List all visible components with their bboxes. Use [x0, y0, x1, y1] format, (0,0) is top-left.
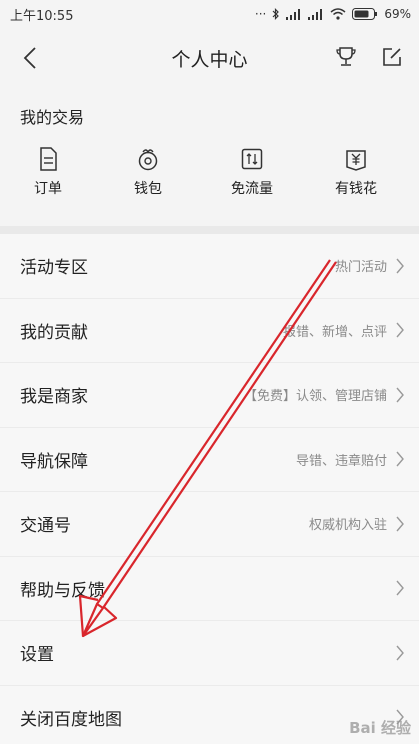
- trade-item-loan[interactable]: 有钱花: [304, 146, 408, 198]
- trade-item-label: 钱包: [134, 181, 162, 197]
- chevron-right-icon: [396, 322, 404, 338]
- bluetooth-icon: [272, 8, 280, 20]
- menu-item-subtext: 导错、违章赔付: [295, 453, 387, 469]
- status-bar: 上午10:55 ··· 69%: [0, 0, 419, 28]
- menu-list: 活动专区 热门活动 我的贡献 报错、新增、点评 我是商家 【免费】认领、管理店铺…: [0, 234, 419, 744]
- section-title: 我的交易: [20, 108, 85, 127]
- trade-item-order[interactable]: 订单: [0, 146, 96, 198]
- wallet-icon: [138, 149, 158, 171]
- menu-item-traffic-account[interactable]: 交通号 权威机构入驻: [0, 492, 419, 557]
- menu-item-navigation-guarantee[interactable]: 导航保障 导错、违章赔付: [0, 428, 419, 492]
- status-time: 上午10:55: [10, 8, 74, 24]
- chevron-right-icon: [396, 645, 404, 661]
- nav-bar: 个人中心: [0, 28, 419, 88]
- menu-item-label: 导航保障: [20, 451, 88, 472]
- chevron-left-icon: [23, 47, 36, 69]
- order-icon: [40, 147, 57, 171]
- trophy-icon: [336, 47, 356, 66]
- signal-icon-2: [308, 8, 323, 20]
- free-data-icon: [241, 148, 263, 170]
- menu-item-subtext: 【免费】认领、管理店铺: [243, 389, 387, 405]
- menu-item-subtext: 权威机构入驻: [308, 518, 387, 534]
- menu-item-label: 活动专区: [20, 258, 88, 279]
- chevron-right-icon: [396, 580, 404, 596]
- status-dots: ···: [254, 7, 267, 21]
- wifi-icon: [330, 8, 346, 20]
- chevron-right-icon: [396, 258, 404, 274]
- battery-percent: 69%: [384, 7, 411, 21]
- chevron-right-icon: [396, 387, 404, 403]
- menu-item-label: 我是商家: [20, 387, 88, 408]
- edit-icon: [383, 48, 401, 66]
- trade-item-wallet[interactable]: 钱包: [96, 146, 200, 198]
- menu-item-settings[interactable]: 设置: [0, 621, 419, 686]
- section-divider: [0, 226, 419, 234]
- menu-item-label: 我的贡献: [20, 322, 88, 343]
- menu-item-help-feedback[interactable]: 帮助与反馈: [0, 557, 419, 621]
- edit-button[interactable]: [379, 44, 405, 70]
- menu-item-activity[interactable]: 活动专区 热门活动: [0, 234, 419, 299]
- chevron-right-icon: [396, 516, 404, 532]
- my-trade-section: 我的交易 订单 钱包 免流量 有钱花: [0, 88, 419, 226]
- watermark: Bai 经验: [349, 719, 411, 737]
- menu-item-label: 交通号: [20, 516, 71, 537]
- trophy-button[interactable]: [333, 44, 359, 70]
- trade-item-label: 免流量: [231, 181, 273, 197]
- menu-item-subtext: 热门活动: [334, 260, 387, 276]
- menu-item-contribution[interactable]: 我的贡献 报错、新增、点评: [0, 299, 419, 363]
- signal-icon: [286, 8, 301, 20]
- menu-item-merchant[interactable]: 我是商家 【免费】认领、管理店铺: [0, 363, 419, 428]
- menu-item-label: 帮助与反馈: [20, 580, 105, 601]
- trade-item-free-data[interactable]: 免流量: [200, 146, 304, 198]
- menu-item-subtext: 报错、新增、点评: [282, 324, 387, 340]
- trade-item-label: 订单: [34, 181, 62, 197]
- menu-item-label: 设置: [20, 645, 54, 666]
- trade-item-label: 有钱花: [335, 181, 377, 197]
- back-button[interactable]: [16, 44, 44, 72]
- status-icons: ··· 69%: [255, 7, 411, 21]
- trade-items: 订单 钱包 免流量 有钱花: [0, 146, 419, 198]
- menu-item-label: 关闭百度地图: [20, 709, 122, 730]
- loan-icon: [346, 150, 366, 171]
- chevron-right-icon: [396, 451, 404, 467]
- battery-icon: [352, 8, 378, 20]
